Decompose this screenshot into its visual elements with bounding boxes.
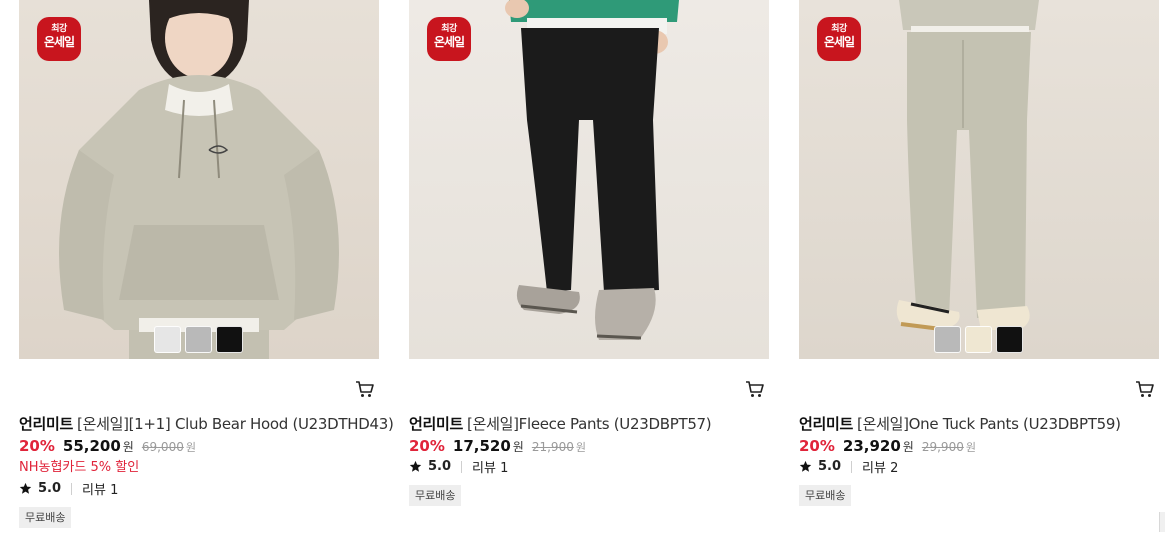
price-line: 20% 17,520 원 21,900 원 [409,437,586,455]
badge-line1: 최강 [441,24,457,34]
sale-price: 23,920 [842,437,901,455]
original-price-unit: 원 [965,441,976,454]
swatch-black[interactable] [996,326,1023,353]
cart-icon[interactable] [1135,380,1155,398]
rating-value: 5.0 [428,459,452,474]
rating-value: 5.0 [38,481,62,496]
sale-badge: 최강 온세일 [427,17,471,61]
product-image[interactable]: 최강 온세일 [19,0,379,359]
badge-line1: 최강 [831,24,847,34]
original-price: 21,900 [531,440,574,454]
star-icon [19,482,32,494]
price-line: 20% 55,200 원 69,000 원 [19,437,196,455]
cart-icon[interactable] [355,380,375,398]
free-shipping-tag: 무료배송 [19,507,72,528]
product-card[interactable]: 최강 온세일 언리미트 [온세일]One Tuck Pants (U23DBPT5… [799,0,1159,506]
price-unit: 원 [122,440,134,454]
product-image[interactable]: 최강 온세일 [409,0,769,359]
product-name[interactable]: [온세일]Fleece Pants (U23DBPT57) [467,415,712,433]
divider [461,460,463,473]
product-title[interactable]: 언리미트 [온세일][1+1] Club Bear Hood (U23DTHD43… [19,413,394,434]
price-unit: 원 [902,440,914,454]
sale-price: 17,520 [452,437,511,455]
free-shipping-tag: 무료배송 [799,485,852,506]
star-icon [799,460,812,472]
badge-line2: 온세일 [823,35,855,49]
review-count: 리뷰 2 [862,461,899,476]
price-line: 20% 23,920 원 29,900 원 [799,437,976,455]
divider [851,460,853,473]
badge-line2: 온세일 [43,35,75,49]
sale-badge: 최강 온세일 [817,17,861,61]
badge-line2: 온세일 [433,35,465,49]
product-image[interactable]: 최강 온세일 [799,0,1159,359]
product-title[interactable]: 언리미트 [온세일]Fleece Pants (U23DBPT57) [409,413,712,434]
review-count: 리뷰 1 [82,483,119,498]
original-price: 69,000 [141,440,184,454]
original-price-unit: 원 [185,441,196,454]
price-unit: 원 [512,440,524,454]
product-title[interactable]: 언리미트 [온세일]One Tuck Pants (U23DBPT59) [799,413,1121,434]
swatch-light-gray[interactable] [154,326,181,353]
review-summary: 5.0 리뷰 2 [799,457,898,476]
cart-icon[interactable] [745,380,765,398]
star-icon [409,460,422,472]
swatch-black[interactable] [216,326,243,353]
sale-price: 55,200 [62,437,121,455]
brand-name[interactable]: 언리미트 [409,415,463,433]
product-card[interactable]: 최강 온세일 언리미트 [온세일]Fleece Pants (U23DBPT57)… [409,0,769,506]
rating-value: 5.0 [818,459,842,474]
swatch-ivory[interactable] [965,326,992,353]
card-promo: NH농협카드 5% 할인 [19,460,140,475]
discount-rate: 20% [799,437,835,455]
free-shipping-tag: 무료배송 [409,485,462,506]
sale-badge: 최강 온세일 [37,17,81,61]
badge-line1: 최강 [51,24,67,34]
brand-name[interactable]: 언리미트 [19,415,73,433]
product-name[interactable]: [온세일]One Tuck Pants (U23DBPT59) [857,415,1121,433]
original-price-unit: 원 [575,441,586,454]
review-summary: 5.0 리뷰 1 [409,457,508,476]
discount-rate: 20% [409,437,445,455]
scroll-edge [1159,512,1165,532]
discount-rate: 20% [19,437,55,455]
original-price: 29,900 [921,440,964,454]
swatch-gray[interactable] [185,326,212,353]
brand-name[interactable]: 언리미트 [799,415,853,433]
divider [71,482,73,495]
review-count: 리뷰 1 [472,461,509,476]
color-swatches [934,326,1023,353]
color-swatches [154,326,243,353]
swatch-gray[interactable] [934,326,961,353]
product-card[interactable]: 최강 온세일 언리미트 [온세일][1+1] Club Bear Hood (U2… [19,0,394,528]
product-name[interactable]: [온세일][1+1] Club Bear Hood (U23DTHD43) [77,415,394,433]
review-summary: 5.0 리뷰 1 [19,479,118,498]
